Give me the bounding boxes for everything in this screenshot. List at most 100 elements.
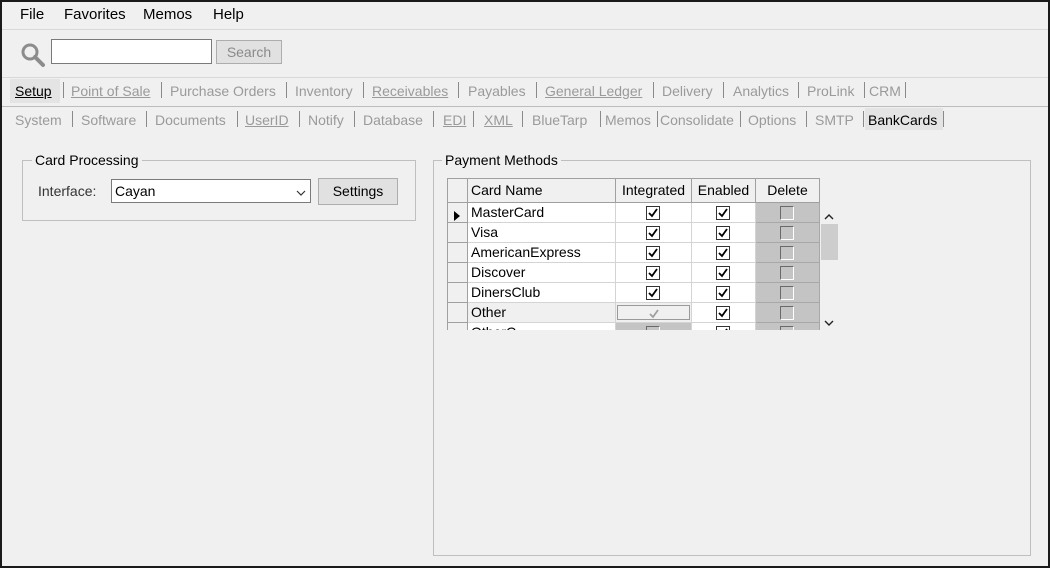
card-name-cell[interactable]: DinersClub [468,283,616,303]
tab-receivables[interactable]: Receivables [372,83,448,99]
card-name-cell[interactable]: Discover [468,263,616,283]
enabled-cell[interactable] [692,303,756,323]
menu-favorites[interactable]: Favorites [64,6,126,23]
payment-methods-grid[interactable]: Card Name Integrated Enabled Delete Mast… [447,178,820,330]
scroll-down-icon[interactable] [824,314,834,330]
tab-bluetarp[interactable]: BlueTarp [532,112,587,128]
row-header[interactable] [448,203,468,223]
row-header[interactable] [448,323,468,330]
col-card-name[interactable]: Card Name [468,179,616,203]
delete-checkbox[interactable] [780,246,794,260]
integrated-checkbox[interactable] [646,206,660,220]
integrated-cell[interactable] [616,283,692,303]
search-button[interactable]: Search [216,40,282,64]
enabled-cell[interactable] [692,323,756,330]
menu-help[interactable]: Help [213,6,244,23]
enabled-checkbox[interactable] [716,246,730,260]
tab-payables[interactable]: Payables [468,83,526,99]
tab-general-ledger[interactable]: General Ledger [545,83,642,99]
tab-purchase-orders[interactable]: Purchase Orders [170,83,276,99]
tab-delivery[interactable]: Delivery [662,83,713,99]
integrated-cell[interactable] [616,223,692,243]
enabled-cell[interactable] [692,283,756,303]
tab-bankcards[interactable]: BankCards [868,112,937,128]
tab-consolidate[interactable]: Consolidate [660,112,734,128]
tab-options[interactable]: Options [748,112,796,128]
delete-cell[interactable] [756,323,820,330]
grid-scrollbar[interactable] [820,202,839,330]
enabled-cell[interactable] [692,223,756,243]
delete-checkbox[interactable] [780,286,794,300]
col-delete[interactable]: Delete [756,179,820,203]
interface-dropdown[interactable]: Cayan [111,179,311,203]
tab-crm[interactable]: CRM [869,83,901,99]
tab-database[interactable]: Database [363,112,423,128]
delete-cell[interactable] [756,303,820,323]
integrated-checkbox[interactable] [646,266,660,280]
row-header[interactable] [448,283,468,303]
integrated-checkbox[interactable] [646,286,660,300]
integrated-cell[interactable] [616,203,692,223]
delete-cell[interactable] [756,263,820,283]
card-name-cell[interactable]: OtherC [468,323,616,330]
integrated-checkbox[interactable] [646,326,660,330]
integrated-cell[interactable] [616,243,692,263]
tab-system[interactable]: System [15,112,62,128]
integrated-checkbox[interactable] [646,246,660,260]
enabled-cell[interactable] [692,263,756,283]
tab-edi[interactable]: EDI [443,112,466,128]
tab-point-of-sale[interactable]: Point of Sale [71,83,150,99]
tab-xml[interactable]: XML [484,112,513,128]
enabled-checkbox[interactable] [716,226,730,240]
tab-documents[interactable]: Documents [155,112,226,128]
settings-button[interactable]: Settings [318,178,398,205]
enabled-checkbox[interactable] [716,326,730,330]
delete-checkbox[interactable] [780,306,794,320]
scroll-up-icon[interactable] [824,208,834,224]
delete-cell[interactable] [756,203,820,223]
row-header[interactable] [448,243,468,263]
tab-analytics[interactable]: Analytics [733,83,789,99]
row-header[interactable] [448,223,468,243]
integrated-checkbox[interactable] [646,226,660,240]
enabled-checkbox[interactable] [716,306,730,320]
integrated-cell[interactable] [616,323,692,330]
col-integrated[interactable]: Integrated [616,179,692,203]
tab-memos[interactable]: Memos [605,112,651,128]
tab-userid[interactable]: UserID [245,112,289,128]
enabled-checkbox[interactable] [716,266,730,280]
tab-prolink[interactable]: ProLink [807,83,854,99]
delete-cell[interactable] [756,223,820,243]
card-name-cell[interactable]: Other [468,303,616,323]
card-name-cell[interactable]: AmericanExpress [468,243,616,263]
row-header[interactable] [448,263,468,283]
col-enabled[interactable]: Enabled [692,179,756,203]
card-name-cell[interactable]: MasterCard [468,203,616,223]
menu-bar: File Favorites Memos Help [2,2,1048,30]
delete-cell[interactable] [756,283,820,303]
row-header[interactable] [448,303,468,323]
delete-cell[interactable] [756,243,820,263]
enabled-cell[interactable] [692,203,756,223]
integrated-cell[interactable] [616,303,692,323]
delete-checkbox[interactable] [780,206,794,220]
tab-inventory[interactable]: Inventory [295,83,353,99]
menu-file[interactable]: File [20,6,44,23]
tab-smtp[interactable]: SMTP [815,112,854,128]
enabled-checkbox[interactable] [716,286,730,300]
tab-software[interactable]: Software [81,112,136,128]
tab-setup[interactable]: Setup [15,83,52,99]
delete-checkbox[interactable] [780,266,794,280]
delete-checkbox[interactable] [780,226,794,240]
menu-memos[interactable]: Memos [143,6,192,23]
delete-checkbox[interactable] [780,326,794,330]
integrated-cell[interactable] [616,263,692,283]
search-icon[interactable] [20,42,46,68]
tab-notify[interactable]: Notify [308,112,344,128]
enabled-checkbox[interactable] [716,206,730,220]
integrated-checkbox[interactable] [617,305,690,320]
enabled-cell[interactable] [692,243,756,263]
search-input[interactable] [51,39,212,64]
card-name-cell[interactable]: Visa [468,223,616,243]
scrollbar-thumb[interactable] [821,224,838,260]
